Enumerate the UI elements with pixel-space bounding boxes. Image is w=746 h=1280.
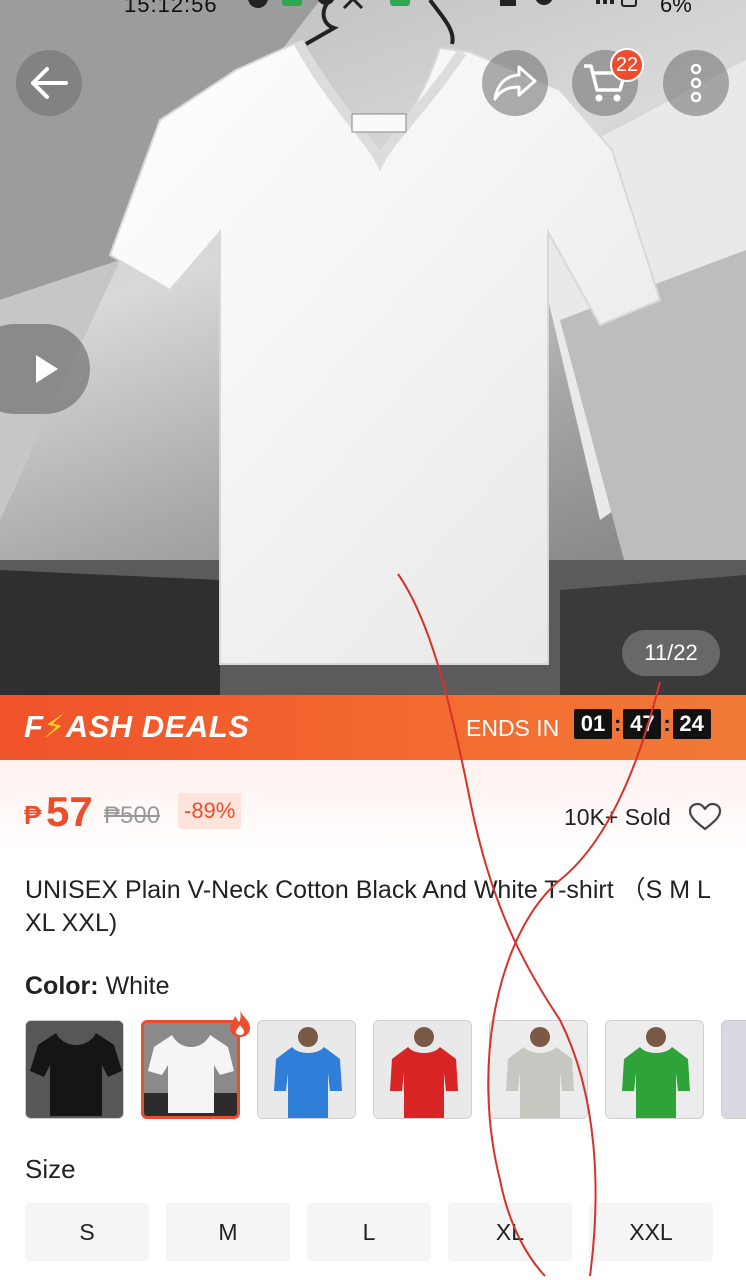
notification-icons	[248, 0, 410, 10]
product-image-gallery[interactable]: 15:12:56 6% 22 11/22	[0, 0, 746, 695]
countdown-timer: 01 : 47 : 24	[574, 709, 711, 739]
heart-icon[interactable]	[688, 802, 722, 832]
color-option-more[interactable]	[721, 1020, 746, 1119]
lightning-bolt-icon: ⚡	[43, 709, 66, 744]
color-option-blue[interactable]	[257, 1020, 356, 1119]
blue-shirt-thumbnail	[258, 1021, 355, 1118]
selected-color: White	[105, 972, 170, 1000]
hot-flame-icon	[230, 1011, 250, 1037]
status-bar: 15:12:56 6%	[0, 0, 746, 18]
price-section: ₱ 57 ₱500 -89% 10K+ Sold	[0, 760, 746, 852]
play-icon	[36, 355, 58, 383]
black-shirt-thumbnail	[26, 1021, 123, 1118]
share-button[interactable]	[482, 50, 548, 116]
share-icon	[493, 65, 537, 101]
color-option-gray[interactable]	[489, 1020, 588, 1119]
battery-percent: 6%	[660, 0, 692, 17]
size-option-m[interactable]: M	[166, 1203, 290, 1261]
timer-separator: :	[663, 711, 671, 736]
timer-minutes: 47	[623, 709, 662, 739]
color-option-red[interactable]	[373, 1020, 472, 1119]
ends-in-label: ENDS IN	[466, 715, 560, 741]
more-options-button[interactable]	[663, 50, 729, 116]
sold-count: 10K+ Sold	[564, 804, 671, 830]
size-label: Size	[25, 1154, 76, 1184]
timer-hours: 01	[574, 709, 612, 739]
size-option-s[interactable]: S	[25, 1203, 149, 1261]
flash-title-start: F	[24, 709, 44, 744]
back-button[interactable]	[16, 50, 82, 116]
cart-button[interactable]: 22	[572, 48, 644, 116]
original-price: ₱500	[104, 802, 161, 829]
status-time: 15:12:56	[124, 0, 218, 17]
more-vertical-icon	[690, 63, 702, 103]
flash-deals-title: F⚡ASH DEALS	[24, 709, 249, 745]
discount-badge: -89%	[178, 793, 242, 829]
image-counter: 11/22	[622, 630, 720, 676]
color-label-key: Color:	[25, 972, 99, 1000]
green-shirt-thumbnail	[606, 1021, 703, 1118]
play-video-button[interactable]	[0, 324, 90, 414]
color-option-green[interactable]	[605, 1020, 704, 1119]
cart-count-badge: 22	[610, 48, 644, 82]
size-option-l[interactable]: L	[307, 1203, 431, 1261]
flash-title-end: ASH DEALS	[65, 709, 250, 744]
current-price: 57	[46, 788, 93, 835]
flash-deals-bar[interactable]: F⚡ASH DEALS ENDS IN 01 : 47 : 24	[0, 695, 746, 760]
timer-separator: :	[614, 711, 622, 736]
signal-wifi-battery-icon	[500, 0, 637, 7]
arrow-left-icon	[31, 67, 68, 99]
red-shirt-thumbnail	[374, 1021, 471, 1118]
price-currency: ₱	[24, 800, 42, 830]
color-swatch-list	[25, 1020, 746, 1120]
white-shirt-thumbnail	[144, 1023, 237, 1116]
color-label: Color: White	[25, 972, 169, 1001]
product-title: UNISEX Plain V-Neck Cotton Black And Whi…	[25, 876, 710, 937]
size-option-xl[interactable]: XL	[448, 1203, 572, 1261]
status-indicators	[500, 0, 640, 20]
product-photo	[0, 0, 746, 695]
timer-seconds: 24	[672, 709, 711, 739]
size-option-xxl[interactable]: XXL	[589, 1203, 713, 1261]
color-option-black[interactable]	[25, 1020, 124, 1119]
color-option-white[interactable]	[141, 1020, 240, 1119]
gray-shirt-thumbnail	[490, 1021, 587, 1118]
